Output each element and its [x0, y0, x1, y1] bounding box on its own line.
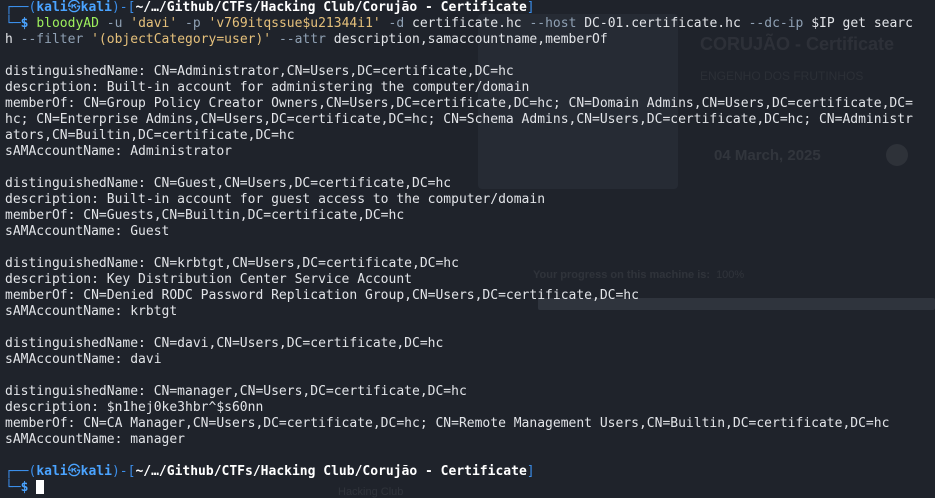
prompt-frame-end: ]	[526, 464, 535, 479]
command-line-2-token: --filter	[20, 32, 84, 47]
command-line-1-token: 'v769itqssue$u21344i1'	[208, 16, 381, 31]
output-blank-line	[5, 368, 933, 384]
text-cursor[interactable]	[36, 480, 45, 494]
prompt-separator-icon: ㉿	[67, 0, 81, 15]
prompt-host: kali	[80, 464, 112, 479]
prompt-frame-end: ]	[526, 0, 535, 15]
command-line-2-token: '(objectCategory=user)'	[91, 32, 272, 47]
command-line-2-token	[271, 32, 279, 47]
command-line-1-token: -p	[185, 16, 201, 31]
command-line-active[interactable]: └─$	[5, 480, 933, 496]
output-blank-line	[5, 48, 933, 64]
output-blank-line	[5, 240, 933, 256]
command-line-1-token: certificate.hc	[404, 16, 530, 31]
output-line: distinguishedName: CN=krbtgt,CN=Users,DC…	[5, 256, 459, 271]
prompt-frame-mid: )-[	[111, 464, 136, 479]
prompt-user: kali	[36, 464, 68, 479]
command-line-1-token: DC-01.certificate.hc	[576, 16, 749, 31]
prompt-path: ~/…/Github/CTFs/Hacking Club/Corujão - C…	[135, 0, 527, 15]
command-line-1-token	[201, 16, 209, 31]
prompt-path: ~/…/Github/CTFs/Hacking Club/Corujão - C…	[135, 464, 527, 479]
command-line-1-token: -d	[388, 16, 405, 31]
output-blank-line	[5, 160, 933, 176]
prompt-frame-bottom: └─	[5, 480, 21, 495]
output-blank-line	[5, 448, 933, 464]
command-line-1-token: -u	[106, 16, 123, 31]
output-line: distinguishedName: CN=manager,CN=Users,D…	[5, 384, 467, 399]
command-line-1-token	[177, 16, 185, 31]
output-blank-line	[5, 320, 933, 336]
output-line: description: Key Distribution Center Ser…	[5, 272, 412, 287]
output-line: distinguishedName: CN=Guest,CN=Users,DC=…	[5, 176, 452, 191]
prompt-line-1: ┌──(kali㉿kali)-[~/…/Github/CTFs/Hacking …	[5, 0, 933, 16]
output-line: description: Built-in account for guest …	[5, 192, 546, 207]
output-line: sAMAccountName: Administrator	[5, 144, 232, 159]
output-line: sAMAccountName: Guest	[5, 224, 170, 239]
prompt-frame-mid: )-[	[111, 0, 136, 15]
command-line-2-token	[83, 32, 91, 47]
command-line-2-token: h	[5, 32, 21, 47]
output-line: description: Built-in account for admini…	[5, 80, 530, 95]
output-line: sAMAccountName: davi	[5, 352, 162, 367]
prompt-frame-bottom: └─	[5, 16, 21, 31]
command-line-1-token: --host	[529, 16, 577, 31]
prompt-user: kali	[36, 0, 68, 15]
terminal-window[interactable]: CORUJÃO - Certificate ENGENHO DOS FRUTIN…	[0, 0, 935, 498]
command-args-1: -u 'davi' -p 'v769itqssue$u21344i1' -d c…	[99, 16, 913, 31]
output-line: distinguishedName: CN=Administrator,CN=U…	[5, 64, 514, 79]
output-line: memberOf: CN=Guests,CN=Builtin,DC=certif…	[5, 208, 405, 223]
command-line-1: └─$ bloodyAD -u 'davi' -p 'v769itqssue$u…	[5, 16, 933, 32]
command-line-2-token: description,samaccountname,memberOf	[325, 32, 608, 47]
output-line: distinguishedName: CN=davi,CN=Users,DC=c…	[5, 336, 444, 351]
output-line: memberOf: CN=CA Manager,CN=Users,DC=cert…	[5, 416, 890, 431]
command-output: distinguishedName: CN=Administrator,CN=U…	[5, 48, 933, 464]
output-line: ators,CN=Builtin,DC=certificate,DC=hc	[5, 128, 295, 143]
command-line-1-token: 'davi'	[130, 16, 178, 31]
output-line: memberOf: CN=Denied RODC Password Replic…	[5, 288, 639, 303]
command-program: bloodyAD	[36, 16, 99, 31]
output-line: hc; CN=Enterprise Admins,CN=Users,DC=cer…	[5, 112, 913, 127]
terminal-content: ┌──(kali㉿kali)-[~/…/Github/CTFs/Hacking …	[5, 0, 933, 496]
command-line-1-token	[99, 16, 107, 31]
command-line-2: h --filter '(objectCategory=user)' --att…	[5, 32, 933, 48]
prompt-line-2: ┌──(kali㉿kali)-[~/…/Github/CTFs/Hacking …	[5, 464, 933, 480]
output-line: description: $n1hej0ke3hbr^$s60nn	[5, 400, 264, 415]
command-line-1-token	[381, 16, 389, 31]
output-line: memberOf: CN=Group Policy Creator Owners…	[5, 96, 913, 111]
prompt-frame-top: ┌──(	[5, 0, 37, 15]
prompt-host: kali	[80, 0, 112, 15]
command-line-2-token: --attr	[278, 32, 326, 47]
prompt-separator-icon: ㉿	[67, 464, 81, 479]
command-line-1-token: $IP get searc	[803, 16, 913, 31]
output-line: sAMAccountName: krbtgt	[5, 304, 178, 319]
command-line-1-token: --dc-ip	[748, 16, 804, 31]
prompt-frame-top: ┌──(	[5, 464, 37, 479]
output-line: sAMAccountName: manager	[5, 432, 186, 447]
